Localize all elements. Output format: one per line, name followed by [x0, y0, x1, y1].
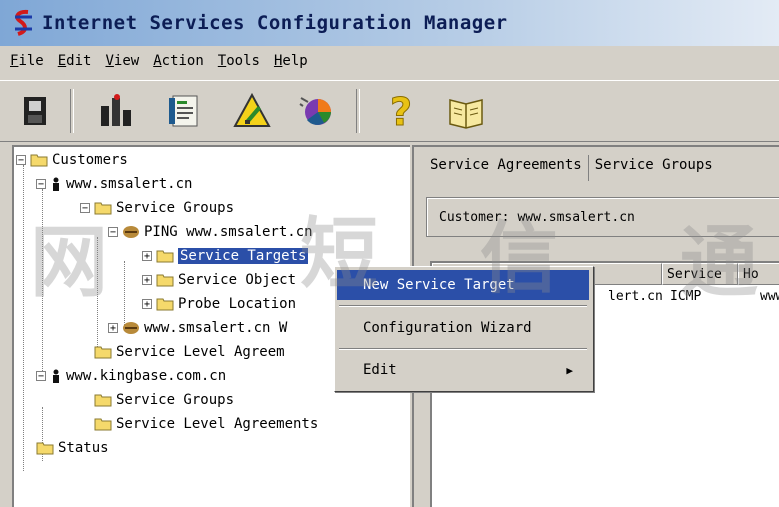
tab-service-groups[interactable]: Service Groups: [589, 155, 719, 181]
folder-icon: [156, 250, 174, 263]
toolbar-separator: [70, 89, 74, 133]
save-disk-icon: [24, 97, 46, 125]
detail-tabs: Service Agreements Service Groups: [424, 155, 719, 181]
alert-button[interactable]: [226, 87, 278, 135]
save-button[interactable]: [10, 87, 62, 135]
menu-file[interactable]: File: [10, 53, 44, 69]
person-icon: [53, 177, 59, 191]
folder-icon: [156, 274, 174, 287]
tree-node-service-targets[interactable]: + Service Targets: [142, 245, 309, 267]
help-button[interactable]: ?: [376, 87, 428, 135]
folder-icon: [156, 298, 174, 311]
tree-node-status[interactable]: Status: [36, 437, 109, 459]
column-header-host[interactable]: Ho: [738, 263, 779, 285]
target-host-cell[interactable]: www: [760, 289, 779, 304]
target-name-cell[interactable]: lert.cn: [608, 289, 663, 304]
report-button[interactable]: [158, 87, 210, 135]
customer-label: Customer:: [439, 209, 510, 225]
column-header-service[interactable]: Service: [662, 263, 738, 285]
menu-action[interactable]: Action: [153, 53, 204, 69]
menu-tools[interactable]: Tools: [218, 53, 260, 69]
tree-node-service-groups[interactable]: − Service Groups: [80, 197, 234, 219]
handshake-icon: [123, 322, 139, 334]
collapse-icon[interactable]: −: [36, 179, 46, 190]
tab-service-agreements[interactable]: Service Agreements: [424, 155, 589, 181]
menu-view[interactable]: View: [105, 53, 139, 69]
analysis-button[interactable]: [292, 87, 344, 135]
collapse-icon[interactable]: −: [36, 371, 46, 382]
menu-bar: File Edit View Action Tools Help: [0, 48, 779, 74]
app-logo-icon: [15, 9, 32, 36]
menu-item-new-service-target[interactable]: New Service Target: [337, 270, 589, 300]
collapse-icon[interactable]: −: [80, 203, 90, 214]
tree-connector: [23, 165, 24, 471]
menu-help[interactable]: Help: [274, 53, 308, 69]
tree-node-probe-locations[interactable]: + Probe Location: [142, 293, 296, 315]
menu-item-configuration-wizard[interactable]: Configuration Wizard: [337, 313, 589, 343]
expand-icon[interactable]: +: [142, 299, 152, 310]
book-icon: [449, 99, 483, 129]
tree-node-ping-group[interactable]: − PING www.smsalert.cn: [108, 221, 313, 243]
submenu-arrow-icon: ▶: [566, 363, 573, 377]
customer-value: www.smsalert.cn: [517, 209, 635, 225]
menu-separator: [339, 348, 587, 350]
expand-icon[interactable]: +: [142, 251, 152, 262]
folder-icon: [94, 394, 112, 407]
person-icon: [53, 369, 59, 383]
window-title: Internet Services Configuration Manager: [42, 12, 508, 34]
tree-node-service-level-agreements[interactable]: Service Level Agreem: [94, 341, 285, 363]
folder-icon: [30, 154, 48, 167]
expand-icon[interactable]: +: [108, 323, 118, 334]
tree-node-smsalert-w[interactable]: + www.smsalert.cn W: [108, 317, 287, 339]
title-bar: Internet Services Configuration Manager: [0, 0, 779, 46]
menu-edit[interactable]: Edit: [58, 53, 92, 69]
context-menu: New Service Target Configuration Wizard …: [334, 266, 594, 392]
tree-node-customer-smsalert[interactable]: − www.smsalert.cn: [36, 173, 192, 195]
selected-tree-label: Service Targets: [178, 248, 309, 264]
svg-text:?: ?: [390, 91, 412, 131]
manual-button[interactable]: [440, 87, 492, 135]
tree-connector: [97, 237, 98, 349]
help-question-icon: ?: [390, 91, 413, 131]
folder-icon: [94, 202, 112, 215]
pie-chart-icon: [299, 97, 331, 125]
tree-connector: [42, 189, 43, 373]
menu-item-edit[interactable]: Edit ▶: [337, 355, 589, 385]
toolbar-separator: [356, 89, 360, 133]
warning-triangle-icon: [233, 92, 271, 127]
bar-chart-icon: [101, 94, 131, 126]
report-icon: [169, 95, 198, 127]
folder-icon: [94, 346, 112, 359]
collapse-icon[interactable]: −: [16, 155, 26, 166]
handshake-icon: [123, 226, 139, 238]
statistics-button[interactable]: [90, 87, 142, 135]
collapse-icon[interactable]: −: [108, 227, 118, 238]
toolbar: ?: [0, 80, 779, 142]
tree-node-kingbase-sla[interactable]: Service Level Agreements: [94, 413, 318, 435]
tree-node-customer-kingbase[interactable]: − www.kingbase.com.cn: [36, 365, 226, 387]
menu-separator: [339, 305, 587, 307]
target-service-cell[interactable]: ICMP: [670, 289, 701, 304]
expand-icon[interactable]: +: [142, 275, 152, 286]
tree-node-service-objects[interactable]: + Service Object: [142, 269, 296, 291]
folder-icon: [94, 418, 112, 431]
folder-icon: [36, 442, 54, 455]
tree-node-customers[interactable]: − Customers: [16, 149, 128, 171]
tree-node-kingbase-service-groups[interactable]: Service Groups: [94, 389, 234, 411]
customer-info-box: Customer: www.smsalert.cn: [426, 197, 779, 237]
